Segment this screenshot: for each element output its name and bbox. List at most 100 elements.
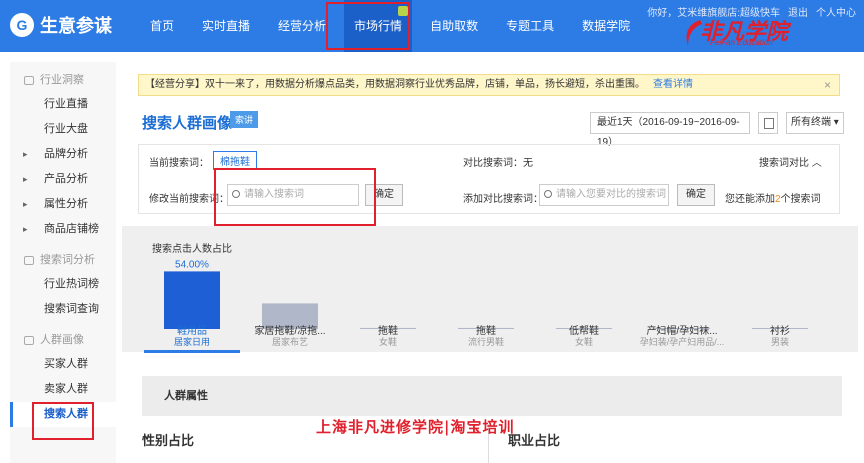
add-compare-input[interactable]: 请输入您要对比的搜索词 [539, 184, 669, 206]
category-tab-sublabel: 居家布艺 [271, 337, 308, 347]
sidebar-item-hot-words[interactable]: 行业热词榜 [10, 272, 116, 297]
category-tabs: 鞋用品 居家日用 家居拖鞋/凉拖... 居家布艺 拖鞋 女鞋 拖鞋 流行男鞋 低帮鞋 女鞋 产妇帽/… [122, 326, 858, 366]
add-term-tip: 您还能添加2个搜索词 [725, 190, 821, 205]
tip-suffix: 个搜索词 [780, 194, 821, 205]
search-analysis-icon [24, 255, 34, 265]
caret-right-icon: ▸ [23, 149, 28, 159]
bar-value-label: 54.00% [175, 259, 209, 270]
page-title: 搜索人群画像 [142, 115, 233, 132]
sidebar-item-label: 属性分析 [44, 198, 88, 210]
search-icon [544, 190, 552, 198]
category-tab-sublabel: 居家日用 [173, 337, 210, 347]
sidebar-item-product[interactable]: ▸ 产品分析 [10, 167, 116, 192]
title-tag[interactable]: 索讲 [230, 111, 259, 128]
logo-text: 生意参谋 [40, 16, 112, 36]
sidebar-item-word-query[interactable]: 搜索词查询 [10, 297, 116, 322]
modify-term-placeholder: 请输入搜索词 [244, 189, 304, 200]
nav-operations[interactable]: 经营分析 [268, 0, 336, 52]
category-tab-sublabel: 孕妇装/孕产妇用品/... [639, 337, 725, 347]
add-compare-placeholder: 请输入您要对比的搜索词 [556, 189, 666, 200]
category-tab-label: 衬衫 [770, 326, 790, 337]
notice-banner: 【经营分享】双十一来了，用数据分析爆点品类，用数据洞察行业优秀品牌，店铺，单品，… [138, 74, 840, 96]
main-content: 【经营分享】双十一来了，用数据分析爆点品类，用数据洞察行业优秀品牌，店铺，单品，… [122, 62, 858, 463]
caret-right-icon: ▸ [23, 199, 28, 209]
watermark-brand-en: FeiFan Education [710, 38, 773, 47]
category-tab[interactable]: 产妇帽/孕妇袜... 孕妇装/孕产妇用品/... [634, 326, 730, 348]
category-tab-sublabel: 女鞋 [574, 337, 593, 347]
sidebar: 行业洞察 行业直播 行业大盘 ▸ 品牌分析 ▸ 产品分析 ▸ 属性分析 ▸ 商品店铺榜 … [10, 62, 116, 463]
nav-market-label: 市场行情 [354, 19, 403, 33]
category-tab-sublabel: 女鞋 [378, 337, 397, 347]
sidebar-group-label: 行业洞察 [40, 74, 84, 86]
modify-term-input[interactable]: 请输入搜索词 [227, 184, 359, 206]
category-tab-label: 鞋用品 [177, 326, 207, 337]
logo-icon: G [10, 13, 34, 37]
category-tab-label: 拖鞋 [378, 326, 398, 337]
category-tab[interactable]: 拖鞋 女鞋 [340, 326, 436, 348]
close-icon[interactable]: × [824, 75, 831, 95]
search-icon [232, 190, 240, 198]
category-tab-sublabel: 男装 [770, 337, 789, 347]
calendar-icon[interactable] [758, 112, 778, 134]
current-term-tag[interactable]: 棉拖鞋 [213, 151, 257, 170]
sidebar-item-ranking[interactable]: ▸ 商品店铺榜 [10, 217, 116, 242]
profile-link[interactable]: 个人中心 [816, 4, 856, 19]
gender-section-title: 性别占比 [142, 433, 195, 448]
category-tab-label: 拖鞋 [476, 326, 496, 337]
app-logo[interactable]: G 生意参谋 [10, 12, 112, 38]
category-tab-label: 低帮鞋 [569, 326, 599, 337]
notice-detail-link[interactable]: 查看详情 [653, 79, 693, 90]
sidebar-item-industry-overview[interactable]: 行业大盘 [10, 117, 116, 142]
job-section-title: 职业占比 [508, 433, 561, 448]
sidebar-group-search: 搜索词分析 [10, 248, 116, 272]
main-nav: 首页 实时直播 经营分析 市场行情 自助取数 专题工具 数据学院 [140, 0, 648, 52]
notice-text: 【经营分享】双十一来了，用数据分析爆点品类，用数据洞察行业优秀品牌，店铺，单品，… [145, 79, 645, 90]
modify-confirm-button[interactable]: 确定 [365, 184, 403, 206]
sidebar-item-buyers[interactable]: 买家人群 [10, 352, 116, 377]
add-confirm-button[interactable]: 确定 [677, 184, 715, 206]
sidebar-item-industry-live[interactable]: 行业直播 [10, 92, 116, 117]
category-tab-sublabel: 流行男鞋 [467, 337, 504, 347]
monitor-icon [24, 75, 34, 85]
new-badge-icon [398, 6, 409, 16]
people-icon [24, 335, 34, 345]
category-tab[interactable]: 家居拖鞋/凉拖... 居家布艺 [242, 326, 338, 348]
category-tab-label: 产妇帽/孕妇袜... [646, 326, 718, 337]
category-tab-label: 家居拖鞋/凉拖... [254, 326, 326, 337]
terminal-select[interactable]: 所有终端 ▾ [786, 112, 844, 134]
sidebar-item-label: 商品店铺榜 [44, 223, 99, 235]
sidebar-group-label: 人群画像 [40, 334, 84, 346]
nav-realtime[interactable]: 实时直播 [192, 0, 260, 52]
watermark-logo: 非凡学院 FeiFan Education [682, 18, 812, 52]
nav-self-query[interactable]: 自助取数 [420, 0, 488, 52]
nav-tools[interactable]: 专题工具 [496, 0, 564, 52]
sidebar-item-attribute[interactable]: ▸ 属性分析 [10, 192, 116, 217]
current-term-label: 当前搜索词： [149, 158, 209, 169]
sidebar-item-search-crowd[interactable]: 搜索人群 [10, 402, 116, 427]
modify-term-label: 修改当前搜索词： [149, 194, 229, 205]
caret-right-icon: ▸ [23, 174, 28, 184]
category-tab[interactable]: 拖鞋 流行男鞋 [438, 326, 534, 348]
bar-0[interactable] [164, 271, 220, 329]
nav-market[interactable]: 市场行情 [344, 0, 413, 52]
crowd-section-header: 人群属性 [142, 376, 842, 416]
date-range-select[interactable]: 最近1天（2016-09-19~2016-09-19） [590, 112, 750, 148]
query-panel: 当前搜索词： 棉拖鞋 对比搜索词：无 搜索词对比 ︿ 修改当前搜索词： 请输入搜… [138, 144, 840, 214]
category-tab[interactable]: 低帮鞋 女鞋 [536, 326, 632, 348]
sidebar-item-sellers[interactable]: 卖家人群 [10, 377, 116, 402]
compare-term-label: 对比搜索词：无 [463, 158, 533, 169]
category-tab[interactable]: 衬衫 男装 [732, 326, 828, 348]
category-tab[interactable]: 鞋用品 居家日用 [144, 326, 240, 353]
sidebar-group-crowd: 人群画像 [10, 328, 116, 352]
logout-link[interactable]: 退出 [788, 4, 808, 19]
sidebar-item-label: 产品分析 [44, 173, 88, 185]
nav-home[interactable]: 首页 [140, 0, 184, 52]
nav-academy[interactable]: 数据学院 [572, 0, 640, 52]
top-bar: G 生意参谋 首页 实时直播 经营分析 市场行情 自助取数 专题工具 数据学院 … [0, 0, 864, 52]
compare-toggle[interactable]: 搜索词对比 ︿ [759, 154, 822, 169]
sidebar-item-brand[interactable]: ▸ 品牌分析 [10, 142, 116, 167]
sidebar-group-industry: 行业洞察 [10, 68, 116, 92]
terminal-select-value: 所有终端 [791, 117, 831, 128]
watermark-text: 上海非凡进修学院|淘宝培训 [316, 418, 515, 436]
sidebar-group-label: 搜索词分析 [40, 254, 95, 266]
